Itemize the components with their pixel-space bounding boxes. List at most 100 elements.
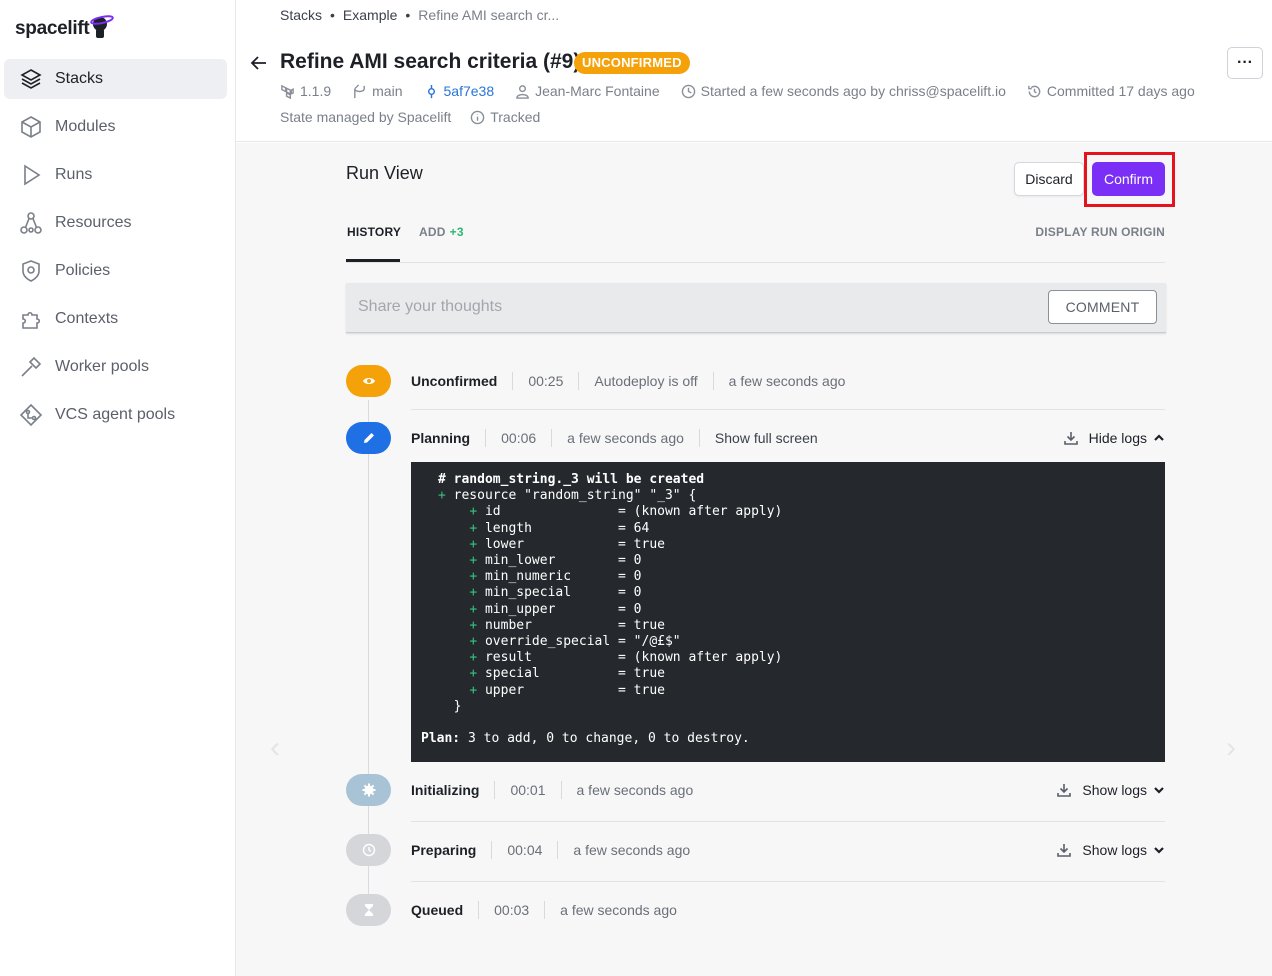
chevron-down-icon	[1154, 847, 1164, 854]
step-preparing: Preparing 00:04 a few seconds ago Show l…	[411, 841, 1165, 859]
show-logs-button[interactable]: Show logs	[1056, 782, 1165, 798]
log-line: min_numeric = 0	[484, 569, 642, 585]
status-badge: UNCONFIRMED	[574, 52, 690, 74]
meta-state: State managed by Spacelift	[280, 109, 452, 125]
sidebar-item-label: Resources	[55, 214, 132, 231]
planning-step-icon	[346, 422, 391, 454]
breadcrumb-example[interactable]: Example	[343, 7, 397, 23]
comment-input[interactable]	[358, 298, 1008, 316]
step-name: Planning	[411, 430, 471, 446]
next-arrow-icon[interactable]: ›	[1226, 731, 1236, 765]
brand-name: spacelift	[15, 18, 90, 39]
sidebar-item-resources[interactable]: Resources	[4, 203, 227, 243]
spacelift-logo[interactable]: spacelift	[15, 8, 115, 40]
step-time: a few seconds ago	[560, 781, 709, 799]
sidebar-item-stacks[interactable]: Stacks	[4, 59, 227, 99]
page-title: Refine AMI search criteria (#9)	[280, 50, 581, 73]
log-line: min_lower = 0	[484, 553, 642, 569]
breadcrumb-separator: •	[405, 7, 411, 23]
meta-committed: Committed 17 days ago	[1027, 83, 1195, 99]
sidebar-item-label: Runs	[55, 166, 93, 183]
display-run-origin-link[interactable]: DISPLAY RUN ORIGIN	[1035, 225, 1165, 239]
discard-button[interactable]: Discard	[1014, 162, 1084, 196]
sidebar-item-policies[interactable]: Policies	[4, 251, 227, 291]
step-duration: 00:25	[512, 372, 578, 390]
network-icon	[18, 210, 44, 236]
show-full-screen-link[interactable]: Show full screen	[698, 429, 833, 447]
plan-log-output: # random_string._3 will be created + res…	[411, 462, 1165, 762]
back-arrow-icon[interactable]	[248, 52, 270, 74]
log-line: upper = true	[484, 682, 665, 698]
log-line: min_upper = 0	[484, 601, 642, 617]
sidebar-item-label: Modules	[55, 118, 116, 135]
tab-history[interactable]: HISTORY	[346, 225, 401, 262]
log-line: lower = true	[484, 536, 665, 552]
breadcrumb-stacks[interactable]: Stacks	[280, 7, 322, 23]
log-close: }	[453, 698, 462, 714]
step-planning: Planning 00:06 a few seconds ago Show fu…	[411, 429, 1165, 447]
breadcrumb-current: Refine AMI search cr...	[418, 7, 560, 23]
sidebar-item-label: Stacks	[55, 70, 104, 87]
sidebar-item-vcs-agent-pools[interactable]: VCS agent pools	[4, 395, 227, 435]
log-line: override_special = "/@£$"	[484, 634, 681, 650]
log-line: min_special = 0	[484, 585, 642, 601]
step-name: Queued	[411, 902, 464, 918]
log-plan-summary: 3 to add, 0 to change, 0 to destroy.	[467, 731, 750, 747]
step-name: Unconfirmed	[411, 373, 498, 389]
meta-version: 1.1.9	[280, 83, 331, 99]
gear-icon	[362, 783, 375, 797]
hide-logs-button[interactable]: Hide logs	[1063, 430, 1165, 446]
terraform-icon	[281, 84, 294, 99]
step-duration: 00:04	[491, 841, 557, 859]
chevron-down-icon	[1154, 787, 1164, 794]
download-icon	[1057, 844, 1072, 857]
history-icon	[1028, 85, 1041, 97]
hourglass-icon	[364, 904, 373, 916]
clock-icon	[681, 84, 695, 98]
log-line: id = (known after apply)	[484, 504, 783, 520]
sidebar-item-label: Contexts	[55, 310, 119, 327]
log-line: number = true	[484, 617, 665, 633]
sidebar-item-modules[interactable]: Modules	[4, 107, 227, 147]
log-plan-label: Plan:	[421, 731, 461, 747]
previous-arrow-icon[interactable]: ‹	[270, 731, 280, 765]
step-name: Initializing	[411, 782, 480, 798]
meta-commit-link[interactable]: 5af7e38	[424, 83, 494, 99]
commit-icon	[427, 84, 435, 98]
unconfirmed-step-icon	[346, 365, 391, 397]
user-icon	[516, 84, 529, 99]
sidebar-nav: Stacks Modules Runs Resources Policies C…	[4, 59, 227, 443]
add-count: +3	[449, 225, 464, 239]
hammer-icon	[18, 354, 44, 380]
log-line: special = true	[484, 666, 665, 682]
sidebar-item-contexts[interactable]: Contexts	[4, 299, 227, 339]
download-icon	[1063, 432, 1078, 445]
meta-tracked: Tracked	[470, 109, 540, 125]
breadcrumb: Stacks • Example • Refine AMI search cr.…	[280, 7, 559, 23]
queued-step-icon	[346, 894, 391, 926]
step-divider	[411, 821, 1165, 822]
meta-branch: main	[352, 83, 403, 99]
sidebar-item-worker-pools[interactable]: Worker pools	[4, 347, 227, 387]
page-header: Stacks • Example • Refine AMI search cr.…	[236, 0, 1272, 142]
confirm-button[interactable]: Confirm	[1092, 162, 1165, 196]
step-duration: 00:03	[478, 901, 544, 919]
run-tabs: HISTORY ADD +3 DISPLAY RUN ORIGIN	[346, 223, 1165, 263]
more-options-button[interactable]: ···	[1227, 47, 1263, 79]
comment-button[interactable]: COMMENT	[1048, 290, 1157, 324]
meta-author: Jean-Marc Fontaine	[515, 83, 660, 99]
tab-add[interactable]: ADD +3	[419, 225, 464, 262]
pencil-icon	[363, 433, 374, 443]
log-line: result = (known after apply)	[484, 650, 783, 666]
run-meta: 1.1.9 main 5af7e38 Jean-Marc Fontaine St…	[280, 83, 1216, 99]
step-time: a few seconds ago	[544, 901, 692, 919]
branch-icon	[354, 83, 366, 98]
sidebar-item-runs[interactable]: Runs	[4, 155, 227, 195]
run-meta-secondary: State managed by Spacelift Tracked	[280, 109, 559, 125]
step-duration: 00:06	[485, 429, 551, 447]
step-name: Preparing	[411, 842, 477, 858]
sidebar-item-label: VCS agent pools	[55, 406, 176, 423]
show-logs-button[interactable]: Show logs	[1056, 842, 1165, 858]
step-time: a few seconds ago	[712, 372, 861, 390]
cube-icon	[18, 114, 44, 140]
